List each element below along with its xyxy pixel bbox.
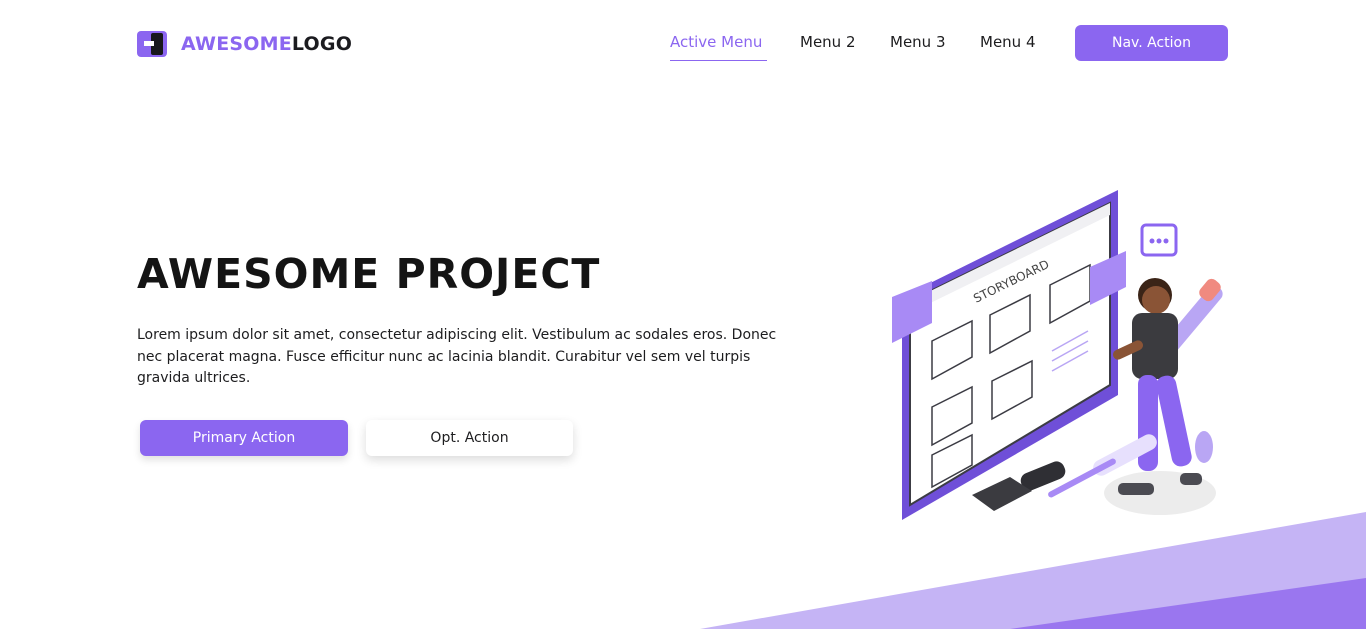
nav-item-menu-4[interactable]: Menu 4 [980, 33, 1036, 51]
nav-item-menu-2[interactable]: Menu 2 [800, 33, 856, 51]
primary-action-button[interactable]: Primary Action [140, 420, 348, 456]
logo-mark-icon [137, 31, 167, 57]
top-navbar: AWESOME LOGO Active Menu Menu 2 Menu 3 Me… [0, 0, 1366, 86]
nav-item-menu-3[interactable]: Menu 3 [890, 33, 946, 51]
storyboard-illustration: STORYBOARD [892, 190, 1223, 520]
logo-wordmark: AWESOME LOGO [181, 33, 352, 55]
logo-text-primary: AWESOME [181, 33, 292, 55]
hero-title: AWESOME PROJECT [137, 250, 601, 298]
brand-logo[interactable]: AWESOME LOGO [137, 31, 352, 57]
nav-item-active-menu[interactable]: Active Menu [670, 33, 768, 61]
hero-description: Lorem ipsum dolor sit amet, consectetur … [137, 327, 777, 386]
logo-text-secondary: LOGO [291, 33, 353, 55]
optional-action-button[interactable]: Opt. Action [366, 420, 573, 456]
nav-action-button[interactable]: Nav. Action [1075, 25, 1228, 61]
